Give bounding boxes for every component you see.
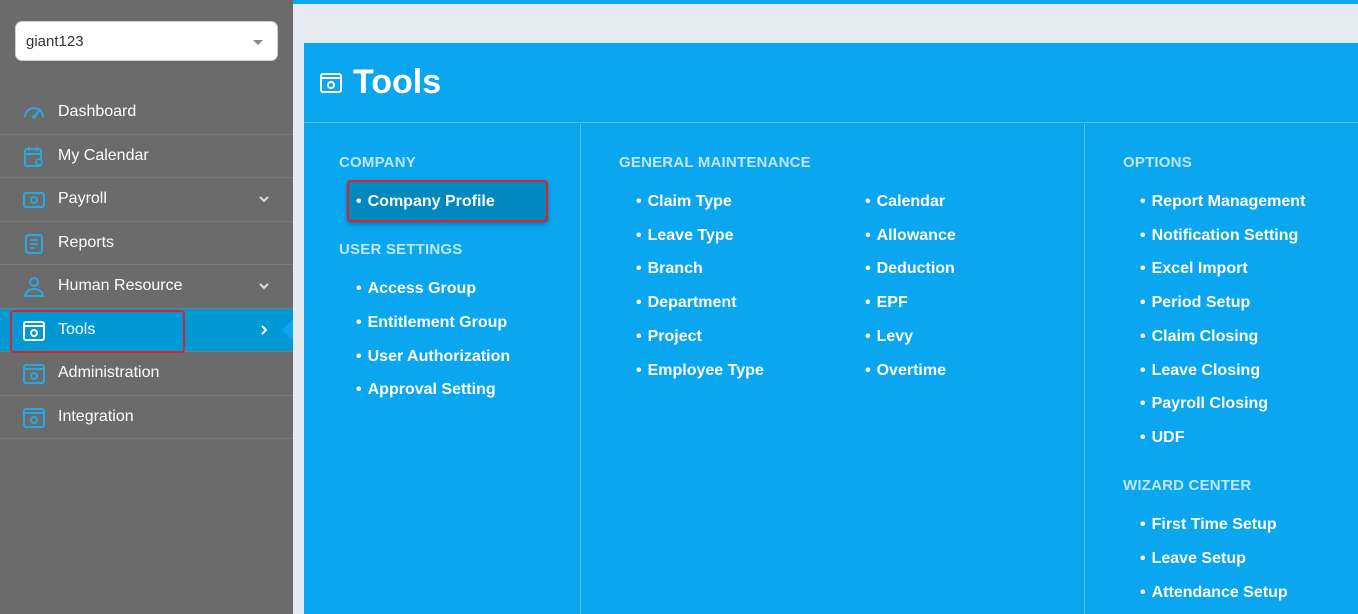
link-levy[interactable]: Levy bbox=[865, 328, 913, 346]
link-udf[interactable]: UDF bbox=[1140, 429, 1185, 447]
link-excel-import[interactable]: Excel Import bbox=[1140, 260, 1248, 278]
company-selector-value: giant123 bbox=[26, 33, 84, 50]
administration-icon bbox=[23, 364, 45, 384]
sidebar-item-label: Dashboard bbox=[58, 103, 137, 121]
section-title-user-settings: USER SETTINGS bbox=[339, 241, 463, 258]
sidebar-item-dashboard[interactable]: Dashboard bbox=[0, 91, 293, 135]
section-title-options: OPTIONS bbox=[1123, 154, 1192, 171]
link-period-setup[interactable]: Period Setup bbox=[1140, 294, 1251, 312]
chevron-down-icon[interactable] bbox=[257, 192, 271, 206]
sidebar-item-integration[interactable]: Integration bbox=[0, 396, 293, 439]
sidebar-item-label: Integration bbox=[58, 407, 134, 425]
sidebar-item-human-resource[interactable]: Human Resource bbox=[0, 265, 293, 309]
link-claim-closing[interactable]: Claim Closing bbox=[1140, 328, 1259, 346]
sidebar-item-label: Reports bbox=[58, 233, 115, 251]
tools-panel: Tools COMPANY Company Profile USER SETTI… bbox=[304, 43, 1358, 614]
section-title-company: COMPANY bbox=[339, 154, 416, 171]
sidebar-item-label: Tools bbox=[58, 320, 96, 338]
sidebar-item-my-calendar[interactable]: My Calendar bbox=[0, 135, 293, 178]
link-epf[interactable]: EPF bbox=[865, 294, 908, 312]
calendar-user-icon bbox=[24, 146, 43, 167]
reports-document-icon bbox=[25, 233, 43, 254]
link-calendar[interactable]: Calendar bbox=[865, 193, 945, 211]
link-notification-setting[interactable]: Notification Setting bbox=[1140, 227, 1299, 245]
link-project[interactable]: Project bbox=[636, 328, 702, 346]
column-divider bbox=[1084, 124, 1085, 614]
link-first-time-setup[interactable]: First Time Setup bbox=[1140, 516, 1277, 534]
tools-settings-icon bbox=[23, 320, 45, 341]
section-title-wizard-center: WIZARD CENTER bbox=[1123, 477, 1252, 494]
link-claim-type[interactable]: Claim Type bbox=[636, 193, 732, 211]
sidebar-item-label: Human Resource bbox=[58, 277, 183, 295]
link-payroll-closing[interactable]: Payroll Closing bbox=[1140, 395, 1268, 413]
link-branch[interactable]: Branch bbox=[636, 260, 703, 278]
payroll-money-icon bbox=[23, 192, 45, 208]
link-department[interactable]: Department bbox=[636, 294, 737, 312]
chevron-down-icon[interactable] bbox=[257, 279, 271, 293]
company-selector[interactable]: giant123 bbox=[15, 21, 278, 61]
chevron-right-icon bbox=[261, 324, 268, 335]
link-leave-closing[interactable]: Leave Closing bbox=[1140, 362, 1260, 380]
page-title: Tools bbox=[353, 63, 442, 101]
link-allowance[interactable]: Allowance bbox=[865, 227, 956, 245]
integration-icon bbox=[23, 407, 45, 428]
link-overtime[interactable]: Overtime bbox=[865, 362, 946, 380]
sidebar-nav: Dashboard My Calendar Payroll Reports Hu… bbox=[0, 91, 293, 439]
sidebar-item-label: Payroll bbox=[58, 190, 107, 208]
tools-settings-icon bbox=[320, 73, 342, 93]
sidebar-item-label: My Calendar bbox=[58, 146, 149, 164]
link-company-profile[interactable]: Company Profile bbox=[356, 193, 495, 211]
section-title-general-maintenance: GENERAL MAINTENANCE bbox=[619, 154, 811, 171]
panel-header: Tools bbox=[304, 43, 1358, 123]
link-entitlement-group[interactable]: Entitlement Group bbox=[356, 314, 508, 332]
link-leave-type[interactable]: Leave Type bbox=[636, 227, 734, 245]
link-approval-setting[interactable]: Approval Setting bbox=[356, 381, 496, 399]
sidebar-item-tools[interactable]: Tools bbox=[0, 308, 293, 353]
dropdown-caret-icon bbox=[253, 40, 263, 45]
link-leave-setup[interactable]: Leave Setup bbox=[1140, 550, 1246, 568]
link-access-group[interactable]: Access Group bbox=[356, 280, 476, 298]
top-accent-strip bbox=[293, 0, 1358, 4]
sidebar-item-administration[interactable]: Administration bbox=[0, 352, 293, 396]
human-resource-icon bbox=[23, 277, 45, 297]
sidebar-item-payroll[interactable]: Payroll bbox=[0, 178, 293, 222]
link-attendance-setup[interactable]: Attendance Setup bbox=[1140, 584, 1288, 602]
link-user-authorization[interactable]: User Authorization bbox=[356, 348, 511, 366]
sidebar: giant123 Dashboard My Calendar Payroll R… bbox=[0, 0, 293, 614]
link-employee-type[interactable]: Employee Type bbox=[636, 362, 764, 380]
active-pointer-arrow bbox=[282, 319, 293, 341]
link-report-management[interactable]: Report Management bbox=[1140, 193, 1306, 211]
dashboard-gauge-icon bbox=[24, 107, 44, 119]
sidebar-item-label: Administration bbox=[58, 364, 160, 382]
sidebar-item-reports[interactable]: Reports bbox=[0, 222, 293, 265]
column-divider bbox=[580, 124, 581, 614]
link-deduction[interactable]: Deduction bbox=[865, 260, 955, 278]
